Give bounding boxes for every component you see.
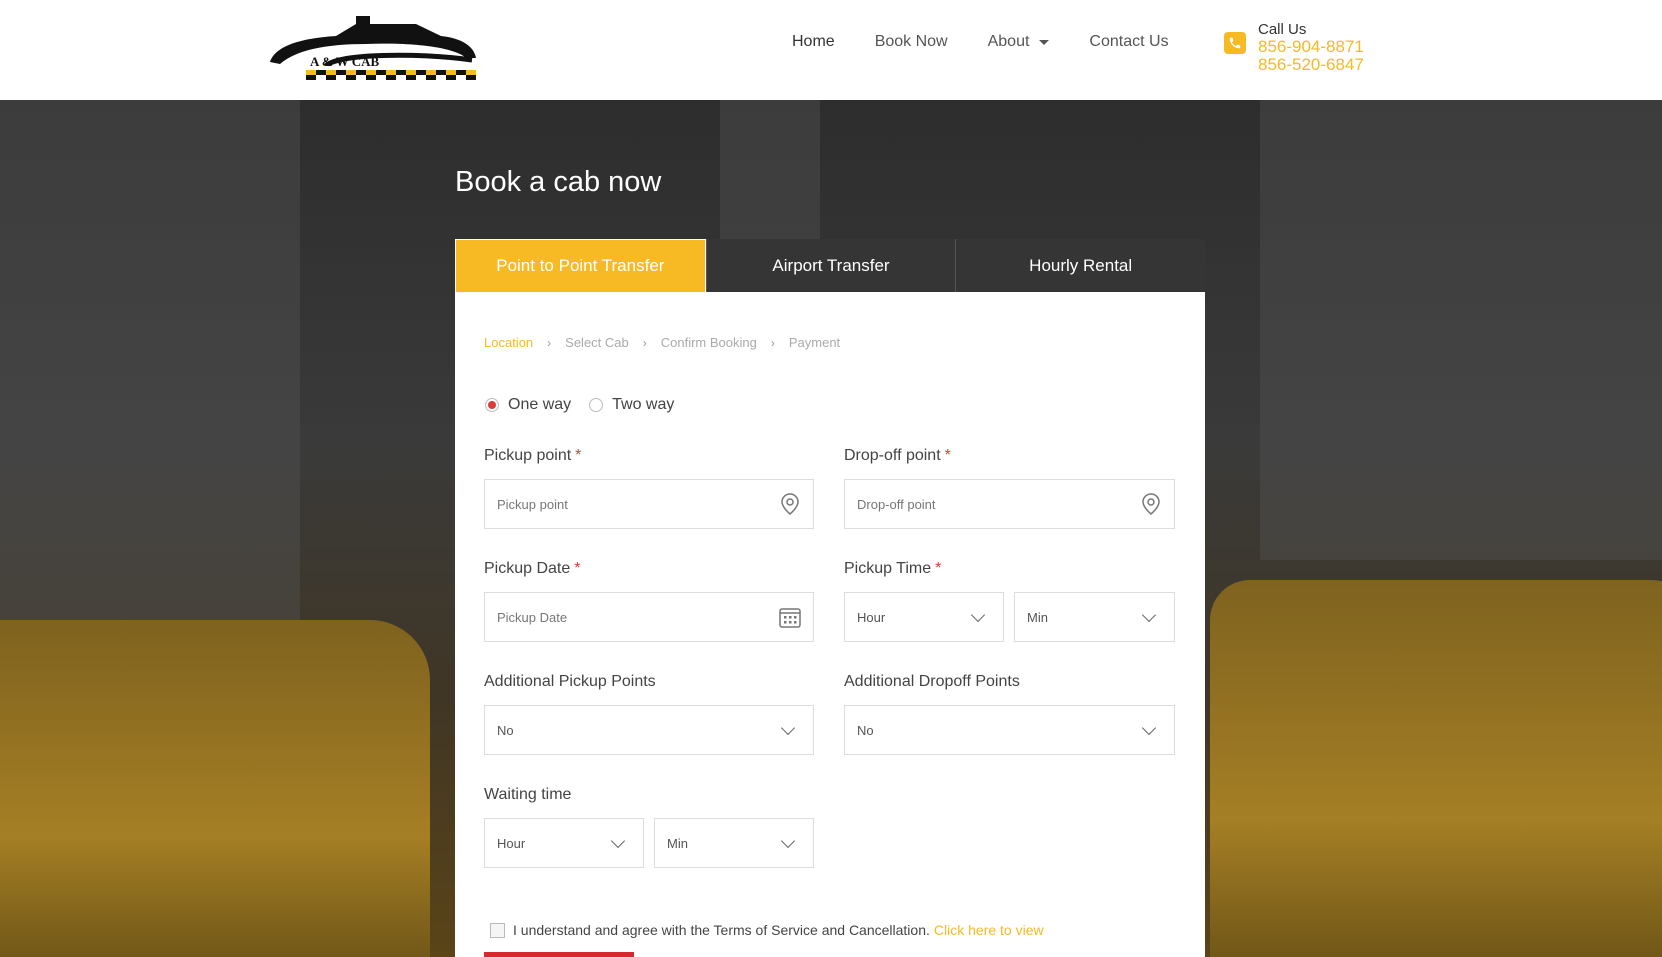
chevron-right-icon: ›: [547, 335, 552, 350]
pickup-hour-value: Hour: [857, 609, 886, 625]
additional-pickup-select[interactable]: No: [484, 705, 814, 755]
call-us-label: Call Us: [1258, 21, 1307, 38]
chevron-right-icon: ›: [642, 335, 647, 350]
terms-agreement: I understand and agree with the Terms of…: [490, 922, 1044, 938]
background-taxi: [0, 620, 430, 957]
map-pin-icon: [779, 493, 801, 515]
site-logo[interactable]: A & W CAB: [266, 14, 480, 84]
calendar-icon: [779, 606, 801, 628]
waiting-hour-value: Hour: [497, 835, 526, 851]
call-us: Call Us 856-904-8871 856-520-6847: [1224, 22, 1364, 74]
pickup-date-input[interactable]: Pickup Date: [484, 592, 814, 642]
site-header: A & W CAB Home Book Now About Contact Us…: [0, 0, 1662, 100]
chevron-right-icon: ›: [770, 335, 775, 350]
tab-hourly-rental[interactable]: Hourly Rental: [955, 239, 1206, 292]
chevron-down-icon: [610, 833, 626, 848]
additional-dropoff-label: Additional Dropoff Points: [844, 673, 1020, 690]
chevron-down-icon: [780, 833, 796, 848]
background-building: [1260, 100, 1662, 560]
background-taxi: [1210, 580, 1662, 957]
terms-text: I understand and agree with the Terms of…: [513, 922, 930, 938]
pickup-point-input[interactable]: Pickup point: [484, 479, 814, 529]
booking-tabs: Point to Point Transfer Airport Transfer…: [455, 239, 1206, 292]
dropoff-point-label: Drop-off point *: [844, 447, 951, 464]
trip-type: One way Two way: [485, 396, 692, 414]
step-location: Location: [484, 335, 534, 350]
page-title: Book a cab now: [455, 166, 662, 198]
pickup-min-value: Min: [1027, 609, 1048, 625]
terms-checkbox[interactable]: [490, 922, 505, 938]
chevron-down-icon: [970, 607, 986, 622]
waiting-min-select[interactable]: Min: [654, 818, 814, 868]
booking-form: Location › Select Cab › Confirm Booking …: [455, 292, 1205, 957]
two-way-radio[interactable]: [589, 398, 604, 412]
phone-icon: [1224, 32, 1246, 54]
background-building: [0, 100, 300, 620]
booking-steps: Location › Select Cab › Confirm Booking …: [484, 335, 840, 350]
terms-link[interactable]: Click here to view: [934, 922, 1044, 938]
waiting-time-label: Waiting time: [484, 786, 572, 803]
chevron-down-icon: [780, 720, 796, 735]
pickup-point-label: Pickup point *: [484, 447, 582, 464]
pickup-point-placeholder: Pickup point: [497, 496, 568, 512]
nav-about[interactable]: About: [988, 33, 1050, 51]
nav-book-now[interactable]: Book Now: [875, 33, 948, 51]
two-way-label: Two way: [612, 396, 675, 413]
pickup-time-label: Pickup Time *: [844, 560, 942, 577]
nav-home[interactable]: Home: [792, 33, 835, 51]
chevron-down-icon: [1141, 720, 1157, 735]
waiting-min-value: Min: [667, 835, 688, 851]
submit-button[interactable]: [484, 952, 634, 957]
one-way-radio[interactable]: [485, 398, 499, 412]
additional-pickup-label: Additional Pickup Points: [484, 673, 656, 690]
chevron-down-icon: [1141, 607, 1157, 622]
map-pin-icon: [1140, 493, 1162, 515]
one-way-label: One way: [508, 396, 572, 413]
caret-down-icon: [1039, 39, 1050, 45]
pickup-hour-select[interactable]: Hour: [844, 592, 1004, 642]
phone-number-1[interactable]: 856-904-8871: [1258, 38, 1364, 56]
svg-text:A & W CAB: A & W CAB: [310, 54, 380, 69]
pickup-date-label: Pickup Date *: [484, 560, 581, 577]
additional-dropoff-value: No: [857, 722, 874, 738]
pickup-date-placeholder: Pickup Date: [497, 609, 568, 625]
phone-number-2[interactable]: 856-520-6847: [1258, 56, 1364, 74]
dropoff-point-input[interactable]: Drop-off point: [844, 479, 1175, 529]
step-select-cab: Select Cab: [565, 335, 629, 350]
pickup-min-select[interactable]: Min: [1014, 592, 1175, 642]
waiting-hour-select[interactable]: Hour: [484, 818, 644, 868]
tab-airport-transfer[interactable]: Airport Transfer: [705, 239, 956, 292]
nav-contact-us[interactable]: Contact Us: [1089, 33, 1168, 51]
step-payment: Payment: [788, 335, 841, 350]
dropoff-point-placeholder: Drop-off point: [857, 496, 936, 512]
tab-point-to-point[interactable]: Point to Point Transfer: [455, 239, 706, 292]
main-nav: Home Book Now About Contact Us: [792, 33, 1209, 51]
step-confirm-booking: Confirm Booking: [660, 335, 757, 350]
additional-pickup-value: No: [497, 722, 514, 738]
additional-dropoff-select[interactable]: No: [844, 705, 1175, 755]
